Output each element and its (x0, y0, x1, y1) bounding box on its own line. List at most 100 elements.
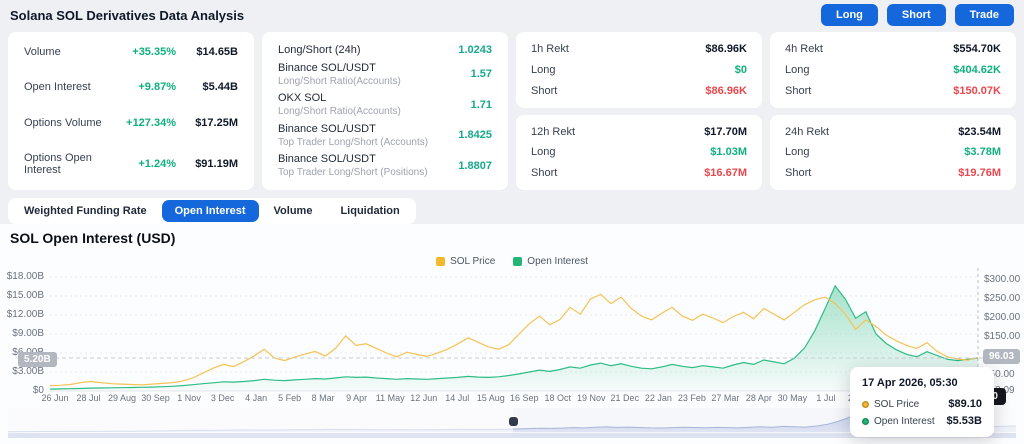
rekt-short-value: $86.96K (705, 84, 747, 97)
tab-volume[interactable]: Volume (261, 200, 326, 222)
rekt-card-24h: 24h Rekt $23.54M Long $3.78M Short $19.76M (770, 114, 1016, 190)
short-button[interactable]: Short (886, 4, 946, 26)
tooltip-date: 17 Apr 2026, 05:30 (862, 377, 958, 389)
navigator-handle-left[interactable] (509, 417, 518, 426)
x-axis-label: 23 Feb (677, 393, 706, 403)
rekt-short-value: $19.76M (958, 167, 1001, 179)
page-header: Solana SOL Derivatives Data Analysis Lon… (0, 0, 1024, 30)
ratio-value: 1.8807 (458, 159, 492, 172)
page-title: Solana SOL Derivatives Data Analysis (10, 7, 245, 23)
rekt-column-1: 1h Rekt $86.96K Long $0 Short $86.96K 12h R… (516, 32, 762, 190)
rekt-short-label: Short (531, 84, 558, 97)
x-axis-label: 22 Jan (644, 393, 672, 403)
stat-value: $91.19M (195, 157, 238, 170)
tab-weighted-funding-rate[interactable]: Weighted Funding Rate (11, 200, 160, 222)
x-axis-label: 18 Oct (544, 393, 572, 403)
ratio-subtitle: Top Trader Long/Short (Positions) (278, 167, 428, 178)
x-axis-label: 11 May (375, 393, 405, 403)
open-interest-current-badge: 5.20B (18, 352, 57, 367)
x-axis-label: 19 Nov (577, 393, 606, 403)
y-axis-left-label: $3.00B (12, 366, 44, 377)
stat-row-options-volume: Options Volume +127.34% $17.25M (24, 117, 238, 129)
ratio-subtitle: Long/Short Ratio(Accounts) (278, 106, 401, 117)
x-axis-label: 30 May (777, 393, 808, 403)
rekt-short-value: $150.07K (953, 84, 1001, 97)
rekt-long-label: Long (785, 146, 810, 159)
x-axis-label: 27 Mar (711, 393, 740, 403)
x-axis-label: 8 Mar (311, 393, 335, 403)
rekt-short-label: Short (785, 84, 812, 97)
price-current-badge: 96.03 (983, 349, 1021, 364)
stat-row-options-open-interest: Options Open Interest +1.24% $91.19M (24, 152, 238, 176)
market-stats-card: Volume +35.35% $14.65B Open Interest +9.… (8, 32, 254, 190)
ratio-title: Binance SOL/USDT (278, 153, 376, 165)
tooltip-label: Open Interest (874, 415, 935, 427)
ratio-title: OKX SOL (278, 92, 327, 104)
tooltip-label: SOL Price (874, 398, 920, 410)
ratio-row: Binance SOL/USDT Long/Short Ratio(Account… (278, 62, 492, 87)
stat-label: Options Open Interest (24, 151, 92, 176)
rekt-short-label: Short (531, 167, 558, 179)
stat-label: Options Volume (24, 116, 102, 129)
y-axis-right-label: $200.00 (984, 312, 1021, 323)
rekt-total: $23.54M (958, 125, 1001, 138)
rekt-card-12h: 12h Rekt $17.70M Long $1.03M Short $16.67M (516, 114, 762, 190)
rekt-short-value: $16.67M (704, 167, 747, 179)
stat-value: $17.25M (195, 116, 238, 129)
ratio-title: Binance SOL/USDT (278, 61, 376, 74)
stat-value: $5.44B (202, 81, 238, 94)
y-axis-left-label: $9.00B (12, 328, 44, 339)
y-axis-left-label: $18.00B (6, 271, 44, 282)
ratio-value: 1.8425 (458, 129, 492, 141)
x-axis-label: 15 Aug (476, 393, 505, 403)
rekt-long-value: $404.62K (953, 63, 1001, 76)
stat-change: +1.24% (138, 157, 176, 170)
rekt-total: $17.70M (704, 125, 747, 138)
open-interest-dot-icon (862, 417, 869, 425)
ratio-title: Binance SOL/USDT (278, 122, 376, 135)
tab-open-interest[interactable]: Open Interest (161, 200, 259, 222)
stat-row-volume: Volume +35.35% $14.65B (24, 46, 238, 58)
chart-tooltip: 17 Apr 2026, 05:30 SOL Price $89.10 Open… (850, 367, 994, 437)
ratio-stats-card: Long/Short (24h) 1.0243 Binance SOL/USDT… (262, 32, 508, 190)
x-axis-label: 30 Sep (141, 393, 170, 403)
rekt-card-4h: 4h Rekt $554.70K Long $404.62K Short $150.0… (770, 32, 1016, 108)
navigator-mask-left (8, 408, 513, 433)
y-axis-left-label: $0 (32, 385, 44, 396)
rekt-period: 24h Rekt (785, 125, 830, 138)
chart-area[interactable]: 5.20B 96.03 17 Apr 2026, 05:30 17 Apr 20… (0, 250, 1024, 444)
x-axis-label: 21 Dec (610, 393, 640, 403)
ratio-title: Long/Short (24h) (278, 44, 361, 56)
rekt-total: $554.70K (953, 43, 1001, 55)
rekt-period: 1h Rekt (531, 43, 569, 55)
sol-price-dot-icon (862, 400, 869, 408)
y-axis-right-label: $300.00 (984, 274, 1021, 285)
trade-button[interactable]: Trade (954, 4, 1014, 26)
x-axis-label: 5 Feb (278, 393, 302, 403)
rekt-column-2: 4h Rekt $554.70K Long $404.62K Short $150.0… (770, 32, 1016, 190)
ratio-subtitle: Long/Short Ratio(Accounts) (278, 75, 401, 87)
ratio-row: Binance SOL/USDT Top Trader Long/Short (P… (278, 153, 492, 178)
rekt-short-label: Short (785, 167, 812, 179)
tab-liquidation[interactable]: Liquidation (327, 200, 412, 222)
x-axis-label: 26 Jun (41, 393, 69, 403)
x-axis-label: 3 Dec (210, 393, 235, 403)
x-axis-label: 1 Jul (816, 393, 836, 403)
y-axis-left-label: $12.00B (6, 309, 44, 320)
ratio-row: OKX SOL Long/Short Ratio(Accounts) 1.71 (278, 92, 492, 117)
tooltip-value: $5.53B (946, 415, 982, 427)
stat-label: Volume (24, 46, 61, 58)
x-axis-label: 16 Sep (509, 393, 539, 403)
chart-section-title: SOL Open Interest (USD) (10, 230, 176, 246)
stats-cards: Volume +35.35% $14.65B Open Interest +9.… (8, 32, 1016, 190)
ratio-row: Long/Short (24h) 1.0243 (278, 44, 492, 56)
tooltip-row-open-interest: Open Interest $5.53B (862, 415, 982, 427)
x-axis-label: 12 Jun (410, 393, 438, 403)
x-axis-label: 1 Nov (177, 393, 201, 403)
rekt-long-label: Long (785, 63, 810, 76)
x-axis-label: 9 Apr (346, 393, 368, 403)
rekt-long-value: $1.03M (710, 146, 747, 159)
chart-tabs: Weighted Funding Rate Open Interest Volu… (8, 198, 416, 224)
rekt-long-value: $0 (734, 63, 747, 76)
long-button[interactable]: Long (821, 4, 878, 26)
